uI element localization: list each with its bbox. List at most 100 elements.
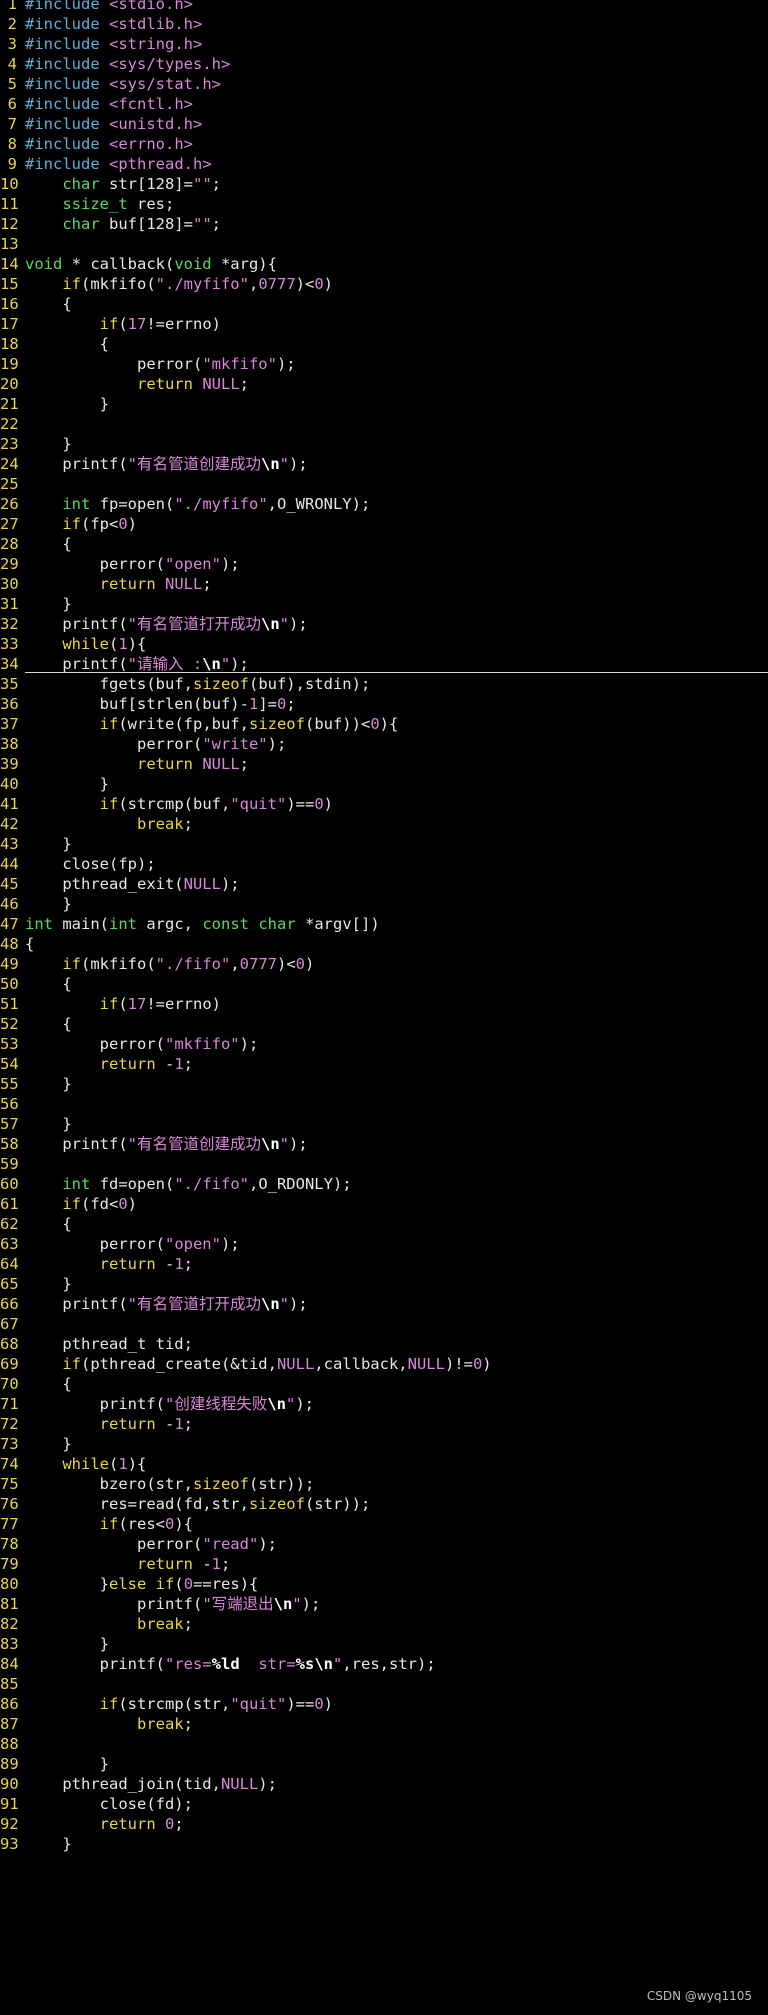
code-line[interactable]: 19 perror("mkfifo"); — [0, 354, 768, 374]
code-line[interactable]: 31 } — [0, 594, 768, 614]
code-line[interactable]: 40 } — [0, 774, 768, 794]
code-line[interactable]: 73 } — [0, 1434, 768, 1454]
code-line[interactable]: 71 printf("创建线程失败\n"); — [0, 1394, 768, 1414]
code-line[interactable]: 23 } — [0, 434, 768, 454]
code-line[interactable]: 67 — [0, 1314, 768, 1334]
code-line[interactable]: 56 — [0, 1094, 768, 1114]
code-line[interactable]: 33 while(1){ — [0, 634, 768, 654]
code-line[interactable]: 91 close(fd); — [0, 1794, 768, 1814]
code-line[interactable]: 15 if(mkfifo("./myfifo",0777)<0) — [0, 274, 768, 294]
code-line[interactable]: 37 if(write(fp,buf,sizeof(buf))<0){ — [0, 714, 768, 734]
code-line[interactable]: 13 — [0, 234, 768, 254]
code-line[interactable]: 69 if(pthread_create(&tid,NULL,callback,… — [0, 1354, 768, 1374]
code-line[interactable]: 85 — [0, 1674, 768, 1694]
code-line[interactable]: 80 }else if(0==res){ — [0, 1574, 768, 1594]
code-line[interactable]: 64 return -1; — [0, 1254, 768, 1274]
code-line[interactable]: 93 } — [0, 1834, 768, 1854]
code-line[interactable]: 46 } — [0, 894, 768, 914]
code-editor[interactable]: 1 #include <stdio.h> 2 #include <stdlib.h> 3… — [0, 0, 768, 1854]
code-line[interactable]: 45 pthread_exit(NULL); — [0, 874, 768, 894]
code-line[interactable]: 24 printf("有名管道创建成功\n"); — [0, 454, 768, 474]
code-line[interactable]: 60 int fd=open("./fifo",O_RDONLY); — [0, 1174, 768, 1194]
code-token: pthread_t tid; — [25, 1335, 193, 1353]
code-line[interactable]: 14 void * callback(void *arg){ — [0, 254, 768, 274]
code-line[interactable]: 62 { — [0, 1214, 768, 1234]
code-line[interactable]: 77 if(res<0){ — [0, 1514, 768, 1534]
code-line[interactable]: 11 ssize_t res; — [0, 194, 768, 214]
code-line[interactable]: 29 perror("open"); — [0, 554, 768, 574]
code-line[interactable]: 35 fgets(buf,sizeof(buf),stdin); — [0, 674, 768, 694]
code-line[interactable]: 4 #include <sys/types.h> — [0, 54, 768, 74]
code-token: } — [25, 1435, 72, 1453]
code-line[interactable]: 32 printf("有名管道打开成功\n"); — [0, 614, 768, 634]
code-line[interactable]: 30 return NULL; — [0, 574, 768, 594]
code-line[interactable]: 65 } — [0, 1274, 768, 1294]
code-line[interactable]: 16 { — [0, 294, 768, 314]
code-line[interactable]: 50 { — [0, 974, 768, 994]
code-line[interactable]: 72 return -1; — [0, 1414, 768, 1434]
code-line[interactable]: 88 — [0, 1734, 768, 1754]
code-line[interactable]: 61 if(fd<0) — [0, 1194, 768, 1214]
code-line[interactable]: 5 #include <sys/stat.h> — [0, 74, 768, 94]
code-line[interactable]: 70 { — [0, 1374, 768, 1394]
code-line[interactable]: 48 { — [0, 934, 768, 954]
code-line[interactable]: 9 #include <pthread.h> — [0, 154, 768, 174]
code-line[interactable]: 21 } — [0, 394, 768, 414]
code-line[interactable]: 18 { — [0, 334, 768, 354]
code-line[interactable]: 39 return NULL; — [0, 754, 768, 774]
code-line[interactable]: 26 int fp=open("./myfifo",O_WRONLY); — [0, 494, 768, 514]
code-line[interactable]: 59 — [0, 1154, 768, 1174]
code-line[interactable]: 3 #include <string.h> — [0, 34, 768, 54]
code-token: return — [136, 375, 193, 393]
code-line[interactable]: 20 return NULL; — [0, 374, 768, 394]
code-line[interactable]: 76 res=read(fd,str,sizeof(str)); — [0, 1494, 768, 1514]
code-line[interactable]: 17 if(17!=errno) — [0, 314, 768, 334]
code-line[interactable]: 52 { — [0, 1014, 768, 1034]
code-line[interactable]: 49 if(mkfifo("./fifo",0777)<0) — [0, 954, 768, 974]
code-line[interactable]: 27 if(fp<0) — [0, 514, 768, 534]
code-line[interactable]: 7 #include <unistd.h> — [0, 114, 768, 134]
code-line[interactable]: 34 printf("请输入 :\n"); — [0, 654, 768, 674]
code-line[interactable]: 83 } — [0, 1634, 768, 1654]
code-line[interactable]: 75 bzero(str,sizeof(str)); — [0, 1474, 768, 1494]
code-line[interactable]: 28 { — [0, 534, 768, 554]
code-line[interactable]: 84 printf("res=%ld str=%s\n",res,str); — [0, 1654, 768, 1674]
code-line[interactable]: 54 return -1; — [0, 1054, 768, 1074]
code-token: main( — [53, 915, 109, 933]
code-line[interactable]: 68 pthread_t tid; — [0, 1334, 768, 1354]
code-line[interactable]: 74 while(1){ — [0, 1454, 768, 1474]
code-line[interactable]: 87 break; — [0, 1714, 768, 1734]
code-line[interactable]: 51 if(17!=errno) — [0, 994, 768, 1014]
code-line[interactable]: 79 return -1; — [0, 1554, 768, 1574]
code-line[interactable]: 6 #include <fcntl.h> — [0, 94, 768, 114]
code-line[interactable]: 78 perror("read"); — [0, 1534, 768, 1554]
code-line[interactable]: 22 — [0, 414, 768, 434]
code-line[interactable]: 63 perror("open"); — [0, 1234, 768, 1254]
code-line[interactable]: 10 char str[128]=""; — [0, 174, 768, 194]
code-line[interactable]: 42 break; — [0, 814, 768, 834]
code-line[interactable]: 38 perror("write"); — [0, 734, 768, 754]
code-line[interactable]: 92 return 0; — [0, 1814, 768, 1834]
code-token: \n — [261, 455, 280, 473]
code-line[interactable]: 53 perror("mkfifo"); — [0, 1034, 768, 1054]
code-line[interactable]: 12 char buf[128]=""; — [0, 214, 768, 234]
code-line[interactable]: 58 printf("有名管道创建成功\n"); — [0, 1134, 768, 1154]
code-line[interactable]: 2 #include <stdlib.h> — [0, 14, 768, 34]
code-line[interactable]: 82 break; — [0, 1614, 768, 1634]
code-line[interactable]: 86 if(strcmp(str,"quit")==0) — [0, 1694, 768, 1714]
code-line[interactable]: 57 } — [0, 1114, 768, 1134]
code-line[interactable]: 90 pthread_join(tid,NULL); — [0, 1774, 768, 1794]
code-line[interactable]: 89 } — [0, 1754, 768, 1774]
code-line[interactable]: 1 #include <stdio.h> — [0, 0, 768, 14]
code-line[interactable]: 81 printf("写端退出\n"); — [0, 1594, 768, 1614]
code-line[interactable]: 8 #include <errno.h> — [0, 134, 768, 154]
code-line[interactable]: 43 } — [0, 834, 768, 854]
code-line[interactable]: 47 int main(int argc, const char *argv[]) — [0, 914, 768, 934]
code-line[interactable]: 36 buf[strlen(buf)-1]=0; — [0, 694, 768, 714]
code-line[interactable]: 66 printf("有名管道打开成功\n"); — [0, 1294, 768, 1314]
code-line[interactable]: 55 } — [0, 1074, 768, 1094]
code-line[interactable]: 44 close(fp); — [0, 854, 768, 874]
code-line[interactable]: 25 — [0, 474, 768, 494]
code-token: printf( — [25, 1595, 203, 1613]
code-line[interactable]: 41 if(strcmp(buf,"quit")==0) — [0, 794, 768, 814]
